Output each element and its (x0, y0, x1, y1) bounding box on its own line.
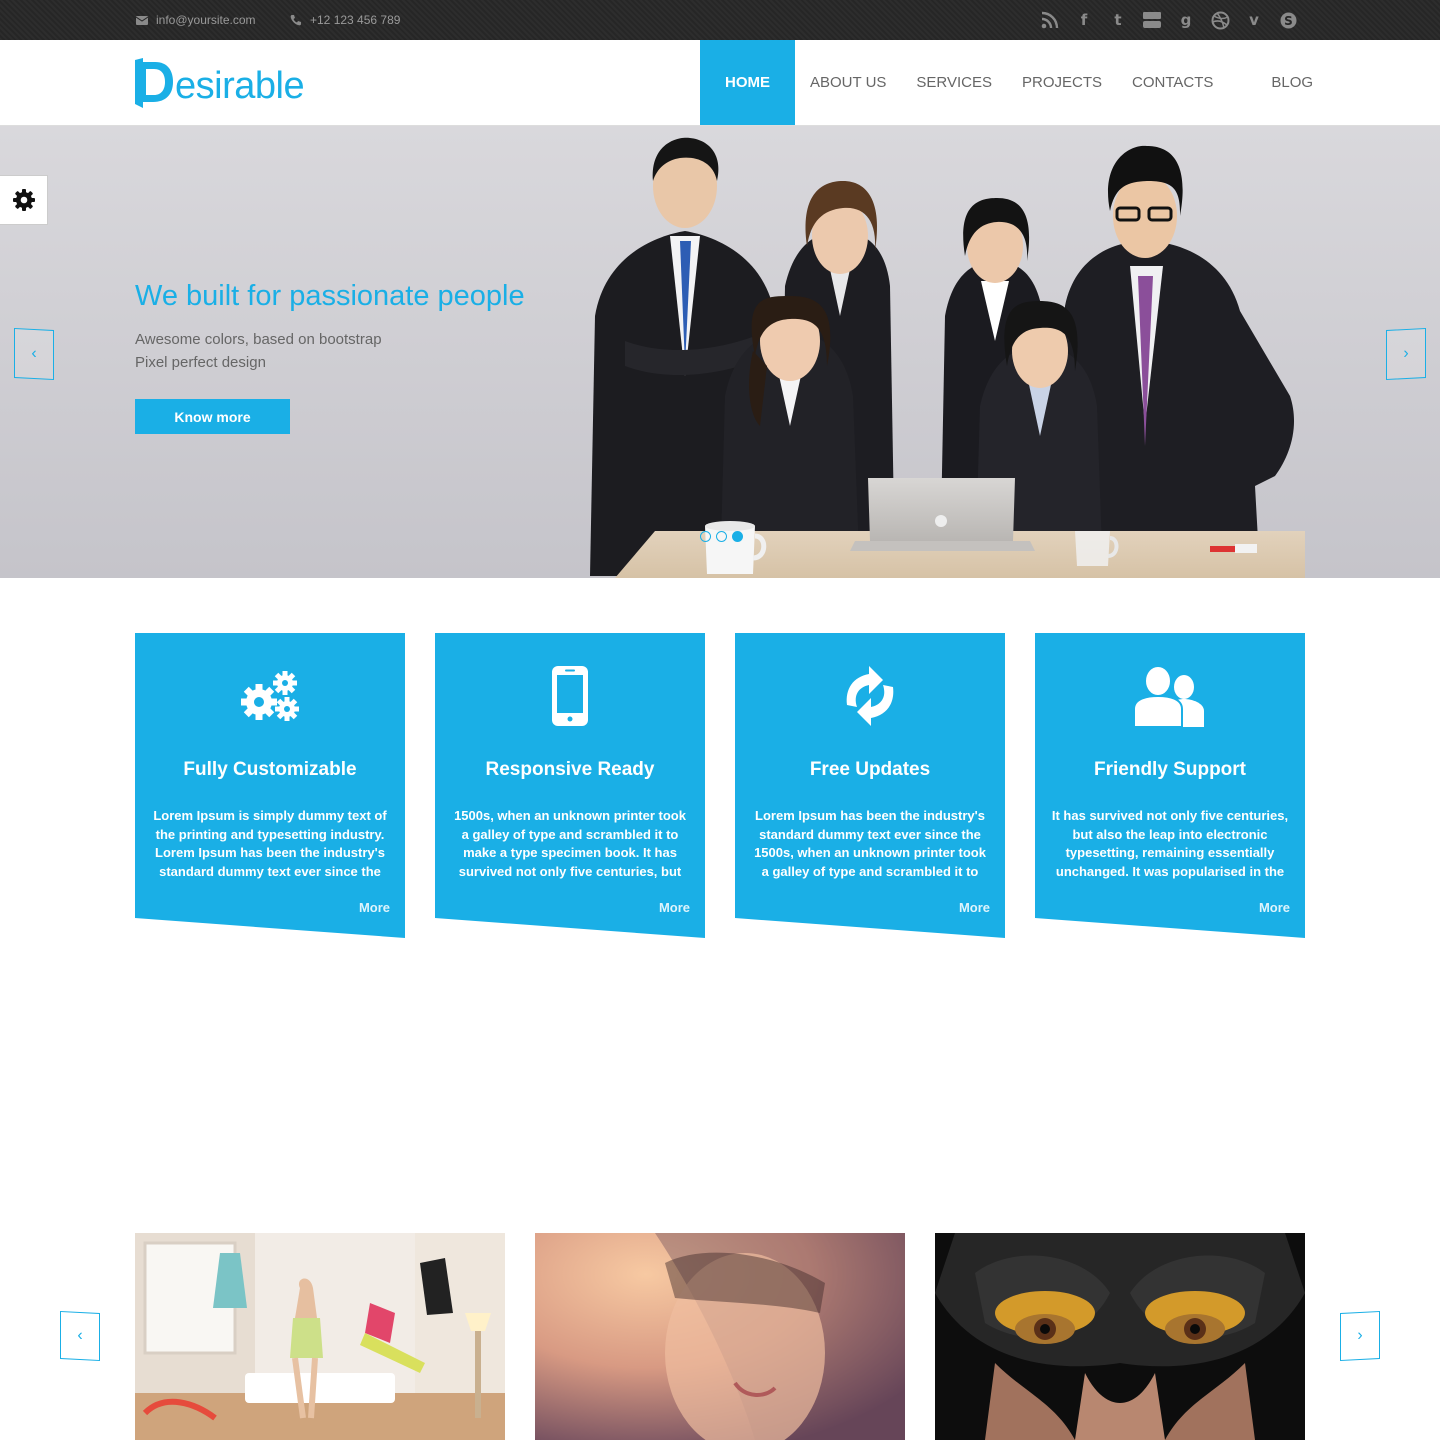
more-link[interactable]: More (1259, 900, 1290, 915)
top-bar: info@yoursite.com +12 123 456 789 f t g … (0, 0, 1440, 40)
slider-dot-3[interactable] (732, 531, 743, 542)
gears-icon (135, 661, 405, 731)
phone-icon (290, 15, 301, 26)
email-text: info@yoursite.com (156, 13, 256, 27)
portfolio-item-1[interactable] (135, 1233, 505, 1440)
nav-contacts[interactable]: CONTACTS (1117, 40, 1228, 125)
portfolio-image-mask (935, 1233, 1305, 1440)
nav-projects[interactable]: PROJECTS (1007, 40, 1117, 125)
logo-text: esirable (175, 65, 305, 107)
hero-subtitle-1: Awesome colors, based on bootstrap (135, 331, 382, 348)
feature-text: 1500s, when an unknown printer took a ga… (454, 808, 686, 880)
hero-prev-button[interactable]: ‹ (14, 327, 54, 381)
nav-services[interactable]: SERVICES (901, 40, 1007, 125)
youtube-icon[interactable] (1140, 8, 1164, 32)
chevron-right-icon: › (1403, 344, 1409, 363)
feature-title: Free Updates (809, 759, 931, 780)
users-icon (1035, 661, 1305, 731)
feature-card-support: Friendly Support It has survived not onl… (1035, 633, 1305, 938)
chevron-left-icon: ‹ (31, 344, 37, 363)
mobile-phone-icon (435, 661, 705, 731)
envelope-icon (136, 15, 148, 25)
main-nav: HOME ABOUT US SERVICES PROJECTS CONTACTS… (700, 40, 1328, 125)
logo[interactable]: esirable (135, 58, 305, 108)
hero-team-photo (590, 137, 1305, 578)
slider-dots (700, 531, 743, 542)
gear-icon (12, 189, 35, 211)
hero-next-button[interactable]: › (1386, 327, 1426, 381)
contact-email[interactable]: info@yoursite.com (136, 13, 256, 27)
feature-text: Lorem Ipsum is simply dummy text of the … (153, 808, 387, 880)
feature-title: Responsive Ready (485, 759, 655, 780)
skype-icon[interactable]: S (1276, 8, 1300, 32)
feature-card-updates: Free Updates Lorem Ipsum has been the in… (735, 633, 1005, 938)
nav-blog[interactable]: BLOG (1228, 40, 1328, 125)
feature-text: Lorem Ipsum has been the industry's stan… (754, 808, 986, 880)
more-link[interactable]: More (959, 900, 990, 915)
refresh-arrows-icon (735, 661, 1005, 731)
google-plus-icon[interactable]: g (1174, 8, 1198, 32)
dribbble-icon[interactable] (1208, 8, 1232, 32)
portfolio-prev-button[interactable]: ‹ (60, 1310, 100, 1362)
feature-title: Fully Customizable (183, 759, 357, 780)
know-more-button[interactable]: Know more (135, 399, 290, 434)
feature-text: It has survived not only five centuries,… (1051, 808, 1289, 880)
social-links: f t g v S (1038, 8, 1300, 32)
site-header: esirable HOME ABOUT US SERVICES PROJECTS… (0, 40, 1440, 126)
feature-card-responsive: Responsive Ready 1500s, when an unknown … (435, 633, 705, 938)
feature-card-customizable: Fully Customizable Lorem Ipsum is simply… (135, 633, 405, 938)
more-link[interactable]: More (359, 900, 390, 915)
style-settings-button[interactable] (0, 175, 48, 225)
nav-home[interactable]: HOME (700, 40, 795, 125)
hero-subtitle-2: Pixel perfect design (135, 354, 266, 371)
slider-dot-2[interactable] (716, 531, 727, 542)
more-link[interactable]: More (659, 900, 690, 915)
chevron-right-icon: › (1357, 1326, 1363, 1345)
twitter-icon[interactable]: t (1106, 8, 1130, 32)
slider-dot-1[interactable] (700, 531, 711, 542)
phone-text: +12 123 456 789 (310, 13, 401, 27)
vimeo-icon[interactable]: v (1242, 8, 1266, 32)
hero-title: We built for passionate people (135, 280, 525, 312)
portfolio-image-sunglasses (535, 1233, 905, 1440)
portfolio-next-button[interactable]: › (1340, 1310, 1380, 1362)
chevron-left-icon: ‹ (77, 1326, 83, 1345)
portfolio-item-3[interactable] (935, 1233, 1305, 1440)
hero-slider: We built for passionate people Awesome c… (0, 126, 1440, 578)
feature-title: Friendly Support (1094, 759, 1246, 780)
portfolio-item-2[interactable] (535, 1233, 905, 1440)
logo-mark (135, 58, 173, 108)
portfolio-image-fashion (135, 1233, 505, 1440)
rss-icon[interactable] (1038, 8, 1062, 32)
svg-text:S: S (1284, 14, 1293, 28)
facebook-icon[interactable]: f (1072, 8, 1096, 32)
nav-about-us[interactable]: ABOUT US (795, 40, 901, 125)
contact-phone[interactable]: +12 123 456 789 (290, 13, 400, 27)
